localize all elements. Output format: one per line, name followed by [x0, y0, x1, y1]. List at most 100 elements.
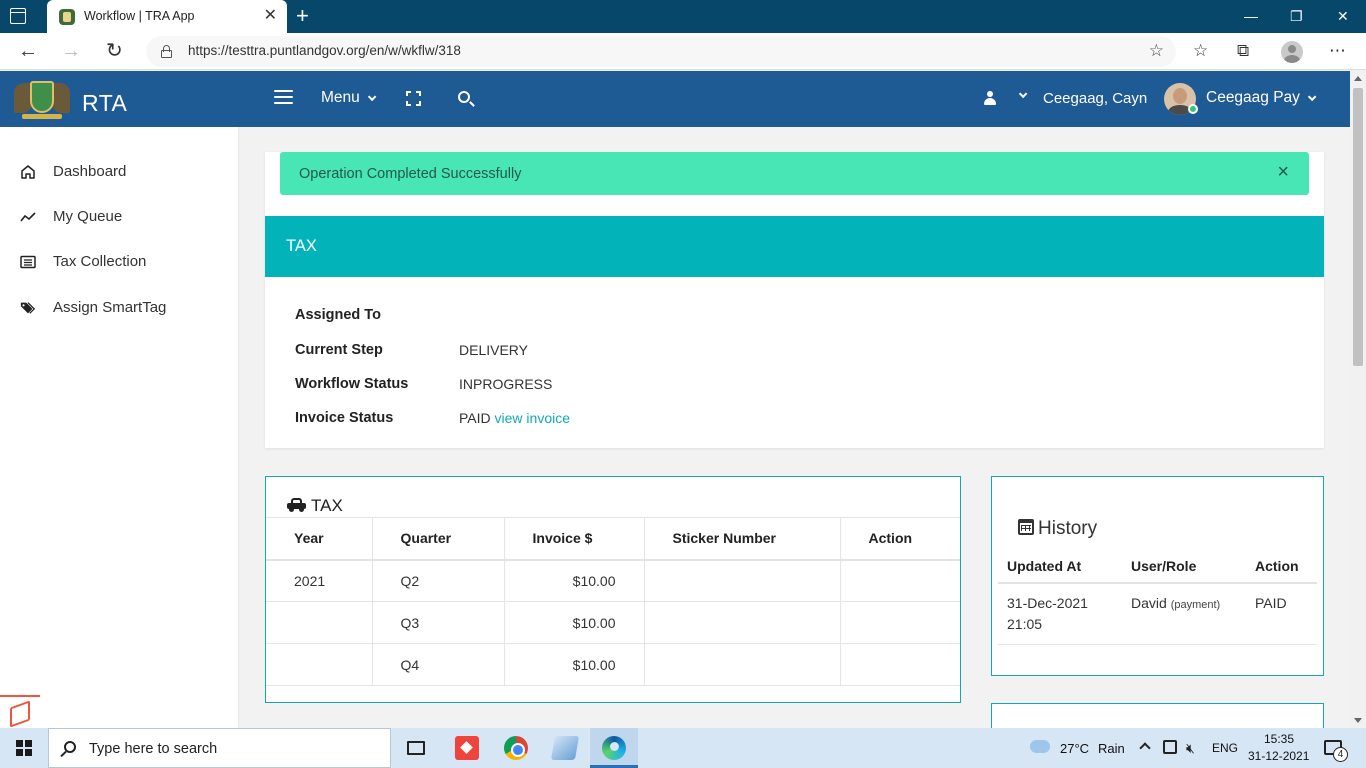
- collections-icon[interactable]: ⧉: [1237, 41, 1249, 61]
- show-hidden-icons-icon[interactable]: [1139, 742, 1151, 754]
- car-icon: [287, 498, 306, 512]
- history-title: History: [1018, 518, 1097, 540]
- sidebar-toggle-icon[interactable]: [274, 90, 293, 104]
- back-button[interactable]: ←: [18, 39, 38, 63]
- table-row: Q4 $10.00: [266, 643, 960, 686]
- lock-icon[interactable]: [161, 45, 172, 58]
- tax-card-title-text: TAX: [311, 496, 343, 515]
- window-minimize-button[interactable]: —: [1244, 7, 1258, 25]
- chevron-down-icon: [1307, 92, 1317, 102]
- user-chevron-down-icon[interactable]: [1018, 89, 1028, 99]
- search-icon: [64, 741, 76, 753]
- profile-icon[interactable]: [1281, 41, 1303, 63]
- user-name: David: [1131, 595, 1167, 611]
- invoice-status-label: Invoice Status: [295, 410, 394, 426]
- cell-action: PAID: [1246, 583, 1317, 645]
- brand-name[interactable]: RTA: [82, 90, 127, 117]
- windows-taskbar: Type here to search 27°C Rain 🔇︎ ENG 15:…: [0, 728, 1366, 768]
- tax-card: TAX Year Quarter Invoice $ Sticker Numbe…: [265, 476, 961, 703]
- more-menu-icon[interactable]: ⋯: [1329, 41, 1346, 61]
- account-dropdown[interactable]: Ceegaag Pay: [1206, 89, 1317, 107]
- task-view-icon[interactable]: [407, 741, 425, 755]
- column-header-sticker-number: Sticker Number: [644, 517, 841, 561]
- table-row: Q3 $10.00: [266, 601, 960, 644]
- view-invoice-link[interactable]: view invoice: [495, 410, 570, 426]
- tax-table: Year Quarter Invoice $ Sticker Number Ac…: [266, 517, 960, 686]
- column-header-action: Action: [840, 517, 960, 561]
- cell-invoice: $10.00: [504, 559, 645, 602]
- table-header-row: Updated At User/Role Action: [998, 549, 1317, 584]
- tab-actions-icon[interactable]: [10, 8, 26, 24]
- sidebar-item-label: Tax Collection: [53, 253, 147, 270]
- window-close-button[interactable]: ✕: [1337, 7, 1349, 25]
- main-content: Operation Completed Successfully × TAX A…: [240, 127, 1350, 728]
- table-row: 31-Dec-2021 21:05 David (payment) PAID: [998, 583, 1317, 645]
- coat-of-arms-logo[interactable]: [14, 79, 70, 119]
- clock-date[interactable]: 31-12-2021: [1248, 749, 1309, 763]
- tax-card-title: TAX: [287, 496, 343, 516]
- user-name[interactable]: Ceegaag, Cayn: [1043, 90, 1147, 107]
- table-row: 2021 Q2 $10.00: [266, 559, 960, 602]
- tags-icon: [20, 302, 36, 314]
- add-favorite-icon[interactable]: ☆: [1149, 41, 1164, 61]
- cell-action: [840, 559, 960, 602]
- volume-muted-icon[interactable]: 🔇︎: [1186, 740, 1195, 756]
- workflow-status-value: INPROGRESS: [459, 376, 553, 392]
- cell-sticker: [644, 643, 841, 686]
- favorites-icon[interactable]: ☆: [1193, 41, 1208, 61]
- forward-button[interactable]: →: [61, 39, 81, 63]
- calendar-icon: [1018, 519, 1034, 535]
- notification-count-badge: 4: [1333, 747, 1348, 762]
- weather-rain-icon[interactable]: [1030, 740, 1050, 753]
- browser-toolbar: ← → ↻ https://testtra.puntlandgov.org/en…: [0, 33, 1366, 70]
- sidebar-item-dashboard[interactable]: Dashboard: [0, 157, 239, 187]
- cell-sticker: [644, 559, 841, 602]
- anydesk-app-icon[interactable]: [455, 736, 479, 760]
- fullscreen-icon[interactable]: [406, 91, 421, 106]
- browser-titlebar: Workflow | TRA App ✕ + — ❐ ✕: [0, 0, 1366, 33]
- workflow-status-label: Workflow Status: [295, 376, 409, 392]
- windows-start-icon[interactable]: [16, 740, 32, 756]
- language-indicator[interactable]: ENG: [1212, 741, 1238, 755]
- network-icon[interactable]: [1163, 740, 1177, 754]
- sidebar-item-assign-smarttag[interactable]: Assign SmartTag: [0, 293, 239, 323]
- sidebar-item-tax-collection[interactable]: Tax Collection: [0, 247, 239, 277]
- user-icon[interactable]: [984, 91, 996, 105]
- scroll-thumb[interactable]: [1353, 88, 1363, 366]
- next-card: [991, 703, 1324, 728]
- sidebar-item-my-queue[interactable]: My Queue: [0, 202, 239, 232]
- table-header-row: Year Quarter Invoice $ Sticker Number Ac…: [266, 517, 960, 561]
- edge-app-icon[interactable]: [602, 736, 626, 760]
- column-header-user-role: User/Role: [1122, 549, 1246, 584]
- chrome-app-icon[interactable]: [504, 736, 528, 760]
- page-scrollbar[interactable]: [1350, 71, 1366, 728]
- menu-dropdown[interactable]: Menu: [321, 89, 377, 107]
- scroll-up-icon[interactable]: [1354, 76, 1362, 81]
- debugbar-toggle-icon[interactable]: [0, 695, 40, 728]
- scroll-down-icon[interactable]: [1354, 718, 1362, 723]
- file-app-icon[interactable]: [550, 736, 580, 760]
- temperature[interactable]: 27°C: [1060, 741, 1089, 756]
- taskbar-search-placeholder: Type here to search: [89, 741, 218, 757]
- alert-close-icon[interactable]: ×: [1277, 161, 1289, 183]
- workflow-card: Operation Completed Successfully × TAX A…: [265, 152, 1324, 448]
- cell-quarter: Q4: [372, 643, 505, 686]
- cell-action: [840, 601, 960, 644]
- address-bar[interactable]: https://testtra.puntlandgov.org/en/w/wkf…: [146, 36, 1176, 67]
- sidebar: Dashboard My Queue Tax Collection Assign…: [0, 127, 239, 728]
- account-name: Ceegaag Pay: [1206, 89, 1300, 106]
- clock-time[interactable]: 15:35: [1264, 732, 1294, 746]
- browser-tab[interactable]: Workflow | TRA App ✕: [47, 0, 287, 33]
- new-tab-button[interactable]: +: [296, 3, 309, 29]
- url-text[interactable]: https://testtra.puntlandgov.org/en/w/wkf…: [188, 43, 461, 58]
- search-icon[interactable]: [458, 91, 470, 103]
- section-title: TAX: [286, 237, 317, 255]
- refresh-button[interactable]: ↻: [106, 39, 123, 63]
- taskbar-search-box[interactable]: Type here to search: [48, 728, 391, 768]
- tab-close-icon[interactable]: ✕: [264, 7, 277, 25]
- window-restore-button[interactable]: ❐: [1290, 7, 1303, 25]
- cell-updated-at: 31-Dec-2021 21:05: [998, 583, 1122, 645]
- weather-condition[interactable]: Rain: [1098, 741, 1125, 756]
- section-header: TAX: [265, 216, 1324, 277]
- cell-quarter: Q2: [372, 559, 505, 602]
